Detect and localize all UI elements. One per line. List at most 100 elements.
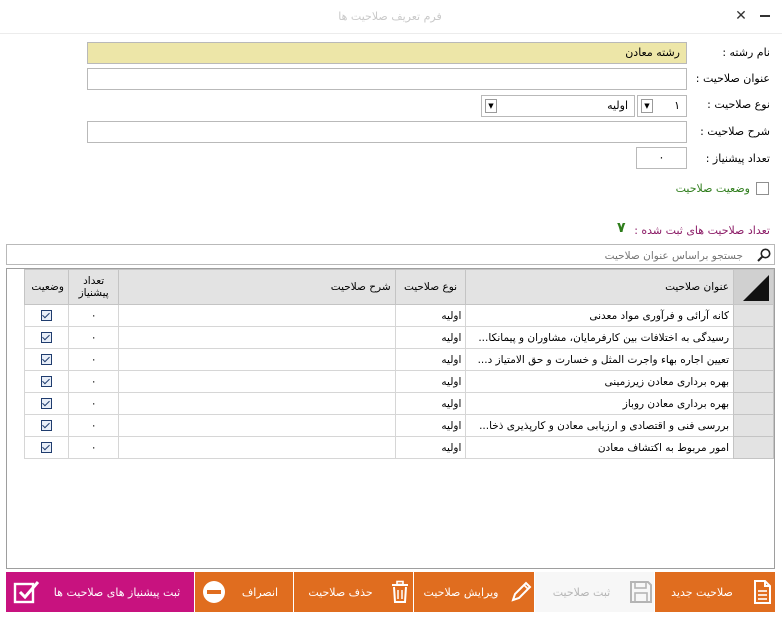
cell-type[interactable]: اولیه: [394, 304, 467, 327]
cell-description[interactable]: [118, 326, 396, 349]
cell-description[interactable]: [118, 304, 396, 327]
cell-description[interactable]: [118, 436, 396, 459]
cell-title[interactable]: تعیین اجاره بهاء واجرت المثل و خسارت و ح…: [465, 348, 735, 371]
cell-type[interactable]: اولیه: [394, 326, 467, 349]
cell-description[interactable]: [118, 348, 396, 371]
row-header[interactable]: [733, 370, 774, 393]
competency-table: عنوان صلاحیت نوع صلاحیت شرح صلاحیت تعداد…: [24, 269, 774, 459]
search-box[interactable]: [6, 244, 775, 265]
status-checkbox-checked[interactable]: [40, 376, 52, 387]
window-title: فرم تعریف صلاحیت ها: [338, 10, 442, 23]
cell-status[interactable]: [24, 414, 69, 437]
cell-status[interactable]: [24, 436, 69, 459]
new-document-icon: [754, 580, 771, 604]
cell-title[interactable]: بهره برداری معادن زیرزمینی: [465, 370, 735, 393]
column-header-type[interactable]: نوع صلاحیت: [394, 269, 467, 305]
cell-title[interactable]: بهره برداری معادن روباز: [465, 392, 735, 415]
cell-type[interactable]: اولیه: [394, 414, 467, 437]
status-checkbox-checked[interactable]: [40, 398, 52, 409]
status-checkbox-checked[interactable]: [40, 354, 52, 365]
cell-title[interactable]: کانه آرائی و فرآوری مواد معدنی: [465, 304, 735, 327]
cell-title[interactable]: بررسی فنی و اقتصادی و ارزیابی معادن و کا…: [465, 414, 735, 437]
cell-prerequisite-count[interactable]: ۰: [67, 304, 120, 327]
description-input[interactable]: [87, 121, 687, 143]
table-row[interactable]: رسیدگی به اختلافات بین کارفرمایان، مشاور…: [24, 326, 774, 349]
column-header-title[interactable]: عنوان صلاحیت: [465, 269, 735, 305]
status-checkbox-checked[interactable]: [40, 420, 52, 431]
status-checkbox-checked[interactable]: [40, 310, 52, 321]
cell-description[interactable]: [118, 370, 396, 393]
table-row[interactable]: امور مربوط به اکتشاف معادن اولیه ۰: [24, 436, 774, 459]
registered-count-label: تعداد صلاحیت های ثبت شده :: [634, 224, 770, 237]
table-row[interactable]: تعیین اجاره بهاء واجرت المثل و خسارت و ح…: [24, 348, 774, 371]
row-header[interactable]: [733, 436, 774, 459]
save-disk-icon: [630, 581, 652, 603]
new-competency-button[interactable]: صلاحیت جدید: [655, 572, 775, 612]
row-header[interactable]: [733, 326, 774, 349]
table-row[interactable]: کانه آرائی و فرآوری مواد معدنی اولیه ۰: [24, 304, 774, 327]
cell-prerequisite-count[interactable]: ۰: [67, 348, 120, 371]
chevron-down-icon[interactable]: ▼: [641, 99, 653, 113]
prerequisite-count-input[interactable]: ۰: [636, 147, 687, 169]
type-select[interactable]: اولیه ▼: [481, 95, 635, 117]
cell-description[interactable]: [118, 392, 396, 415]
title-input[interactable]: [87, 68, 687, 90]
status-checkbox[interactable]: [756, 182, 769, 195]
cell-type[interactable]: اولیه: [394, 348, 467, 371]
chevron-down-icon[interactable]: ▼: [485, 99, 497, 113]
cell-status[interactable]: [24, 348, 69, 371]
status-label: وضعیت صلاحیت: [675, 182, 750, 195]
cell-description[interactable]: [118, 414, 396, 437]
trash-icon: [392, 580, 408, 603]
cell-type[interactable]: اولیه: [394, 392, 467, 415]
search-input[interactable]: [9, 246, 745, 265]
row-header[interactable]: [733, 348, 774, 371]
competency-grid: عنوان صلاحیت نوع صلاحیت شرح صلاحیت تعداد…: [6, 268, 775, 569]
search-icon[interactable]: [756, 247, 772, 263]
type-label: نوع صلاحیت :: [707, 98, 770, 111]
cell-status[interactable]: [24, 370, 69, 393]
row-header[interactable]: [733, 414, 774, 437]
status-checkbox-checked[interactable]: [40, 442, 52, 453]
cell-title[interactable]: رسیدگی به اختلافات بین کارفرمایان، مشاور…: [465, 326, 735, 349]
check-box-icon: [13, 581, 40, 604]
edit-competency-button[interactable]: ویرایش صلاحیت: [414, 572, 534, 612]
description-label: شرح صلاحیت :: [700, 125, 770, 138]
cell-prerequisite-count[interactable]: ۰: [67, 392, 120, 415]
cell-prerequisite-count[interactable]: ۰: [67, 436, 120, 459]
minimize-icon[interactable]: [758, 9, 772, 23]
field-name-input[interactable]: رشته معادن: [87, 42, 687, 64]
table-row[interactable]: بهره برداری معادن زیرزمینی اولیه ۰: [24, 370, 774, 393]
prerequisite-count-label: تعداد پیشنیاز :: [705, 152, 770, 165]
row-header[interactable]: [733, 304, 774, 327]
cell-prerequisite-count[interactable]: ۰: [67, 414, 120, 437]
cell-prerequisite-count[interactable]: ۰: [67, 326, 120, 349]
save-competency-button[interactable]: ثبت صلاحیت: [535, 572, 654, 612]
cancel-button[interactable]: انصراف: [195, 572, 293, 612]
cancel-label: انصراف: [241, 585, 279, 599]
column-header-status[interactable]: وضعیت: [24, 269, 69, 305]
delete-competency-button[interactable]: حذف صلاحیت: [294, 572, 413, 612]
table-header-row: عنوان صلاحیت نوع صلاحیت شرح صلاحیت تعداد…: [24, 269, 774, 305]
type-code-value: ۱: [674, 99, 680, 112]
status-checkbox-checked[interactable]: [40, 332, 52, 343]
close-icon[interactable]: ✕: [734, 9, 748, 23]
pencil-icon: [511, 581, 532, 602]
column-header-description[interactable]: شرح صلاحیت: [118, 269, 396, 305]
type-code-select[interactable]: ۱ ▼: [637, 95, 687, 117]
edit-competency-label: ویرایش صلاحیت: [423, 585, 499, 599]
select-all-corner[interactable]: [733, 269, 774, 305]
cell-type[interactable]: اولیه: [394, 370, 467, 393]
row-header[interactable]: [733, 392, 774, 415]
table-row[interactable]: بهره برداری معادن روباز اولیه ۰: [24, 392, 774, 415]
cell-status[interactable]: [24, 304, 69, 327]
cell-status[interactable]: [24, 392, 69, 415]
table-row[interactable]: بررسی فنی و اقتصادی و ارزیابی معادن و کا…: [24, 414, 774, 437]
cell-title[interactable]: امور مربوط به اکتشاف معادن: [465, 436, 735, 459]
cell-status[interactable]: [24, 326, 69, 349]
cell-prerequisite-count[interactable]: ۰: [67, 370, 120, 393]
registered-count-value: ۷: [617, 220, 626, 236]
submit-prerequisites-button[interactable]: ثبت پیشنیاز های صلاحیت ها: [6, 572, 194, 612]
column-header-prerequisite-count[interactable]: تعداد پیشنیاز: [67, 269, 120, 305]
cell-type[interactable]: اولیه: [394, 436, 467, 459]
